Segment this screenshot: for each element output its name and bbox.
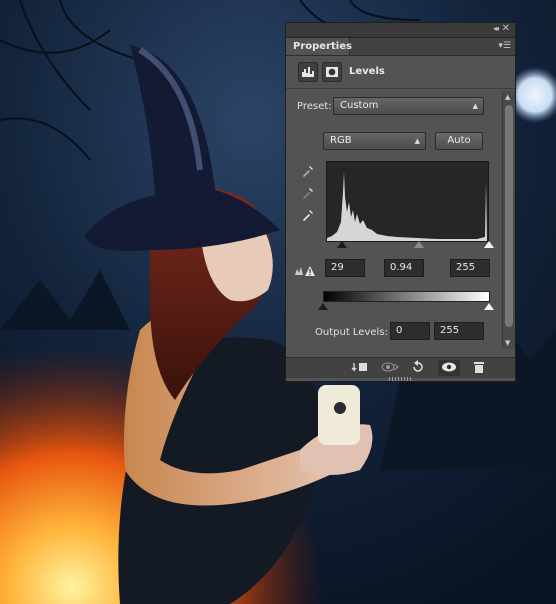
preset-dropdown[interactable]: Custom ▲ (333, 97, 484, 115)
visibility-eye-icon[interactable] (438, 360, 460, 376)
scrollbar-thumb[interactable] (505, 105, 513, 327)
gamma-slider[interactable] (414, 241, 424, 248)
view-previous-icon[interactable] (379, 360, 401, 376)
panel-tab-row: Properties ▾☰ (286, 38, 515, 56)
black-point-slider[interactable] (337, 241, 347, 248)
clip-to-layer-icon[interactable] (349, 360, 371, 376)
panel-scrollbar[interactable]: ▲ ▼ (502, 91, 515, 349)
input-black-field[interactable]: 29 (325, 259, 365, 277)
levels-histogram (326, 161, 489, 242)
white-point-slider[interactable] (484, 241, 494, 248)
trash-icon[interactable] (468, 360, 490, 376)
auto-button[interactable]: Auto (435, 132, 483, 150)
tab-properties[interactable]: Properties (286, 38, 352, 55)
scroll-down-icon[interactable]: ▼ (505, 339, 510, 347)
mask-icon[interactable] (322, 62, 342, 82)
output-black-field[interactable]: 0 (390, 322, 430, 340)
channel-dropdown[interactable]: RGB ▲ (323, 132, 426, 150)
input-white-field[interactable]: 255 (450, 259, 490, 277)
updown-arrow-icon: ▲ (472, 102, 478, 110)
output-levels-label: Output Levels: (315, 327, 388, 338)
double-chevron-icon[interactable]: ◂◂ (493, 24, 499, 33)
preset-value: Custom (340, 100, 379, 111)
clipping-warning-icon[interactable] (294, 263, 316, 277)
gray-eyedropper-icon[interactable] (300, 185, 316, 201)
histogram-icon[interactable] (298, 62, 318, 82)
panel-menu-icon[interactable]: ▾☰ (497, 41, 511, 52)
resize-grip[interactable] (389, 377, 411, 381)
reset-icon[interactable] (407, 360, 429, 376)
panel-titlebar[interactable]: ◂◂ ✕ (286, 23, 515, 38)
adjustment-title: Levels (349, 66, 385, 77)
updown-arrow-icon: ▲ (414, 137, 420, 145)
output-gradient-bar (323, 291, 490, 302)
white-eyedropper-icon[interactable] (300, 207, 316, 223)
output-black-slider[interactable] (318, 303, 328, 310)
properties-panel: ◂◂ ✕ Properties ▾☰ Levels Preset: Custom… (285, 22, 516, 382)
preset-label: Preset: (297, 101, 332, 112)
close-icon[interactable]: ✕ (502, 23, 510, 34)
output-white-field[interactable]: 255 (434, 322, 484, 340)
panel-bottom-bar (286, 357, 515, 378)
channel-value: RGB (330, 135, 352, 146)
input-gamma-field[interactable]: 0.94 (384, 259, 424, 277)
scroll-up-icon[interactable]: ▲ (505, 93, 510, 101)
adjustment-header: Levels (286, 56, 515, 89)
black-eyedropper-icon[interactable] (300, 163, 316, 179)
output-white-slider[interactable] (484, 303, 494, 310)
